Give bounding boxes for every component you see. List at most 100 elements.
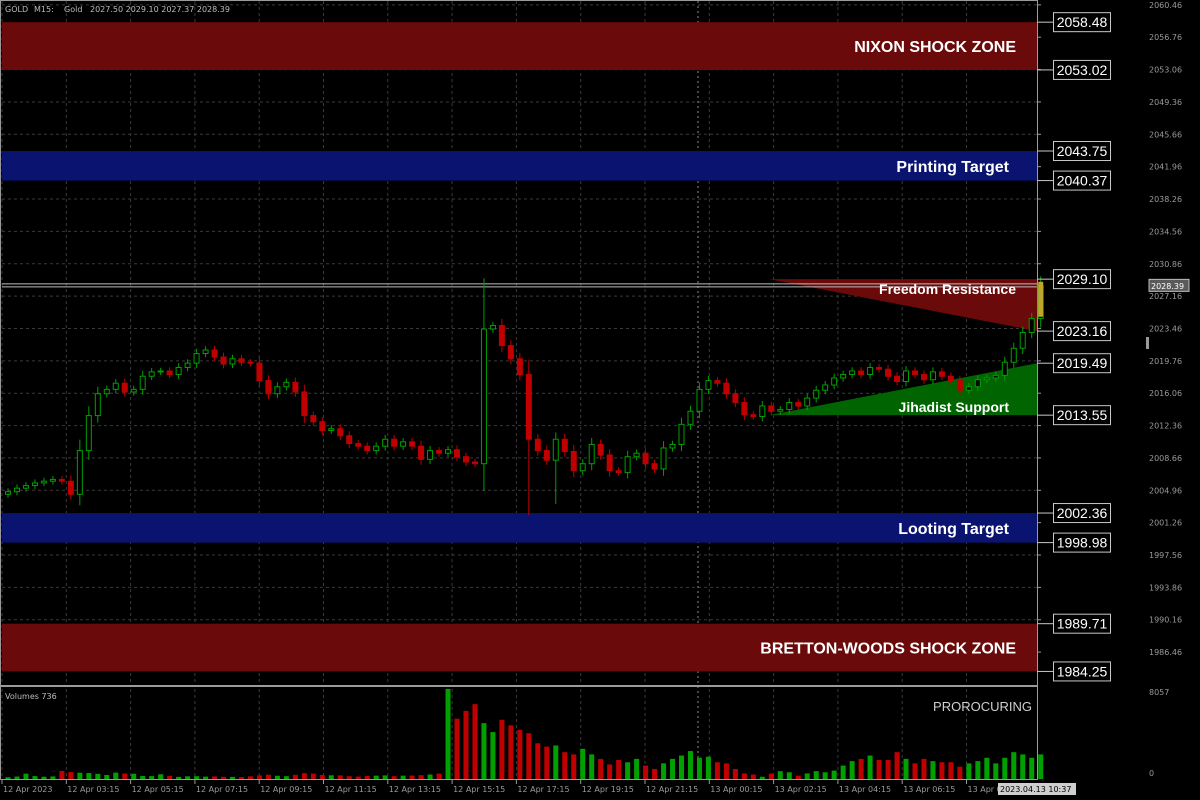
time-label: 13 Apr 06:15 bbox=[903, 785, 955, 794]
volume-bar bbox=[203, 776, 209, 779]
candle-body bbox=[346, 435, 353, 445]
volume-bar bbox=[759, 776, 765, 779]
volume-bar bbox=[158, 774, 164, 779]
zone-printing-target[interactable] bbox=[2, 151, 1037, 181]
price-tick-label: 2053.06 bbox=[1149, 66, 1182, 75]
price-label-text: 2002.36 bbox=[1057, 505, 1108, 521]
candle-body bbox=[22, 485, 29, 489]
time-label: 12 Apr 11:15 bbox=[325, 785, 377, 794]
volume-bar bbox=[526, 733, 532, 779]
candle-body bbox=[840, 373, 847, 379]
candle-body bbox=[570, 450, 577, 472]
volume-bar bbox=[741, 773, 747, 779]
volume-bar bbox=[122, 773, 128, 779]
zone-looting-target[interactable] bbox=[2, 513, 1037, 543]
candle-body bbox=[795, 401, 802, 407]
volume-bar bbox=[1038, 754, 1044, 779]
volume-bar bbox=[337, 775, 343, 779]
candle-body bbox=[938, 371, 945, 377]
price-tick-label: 1993.86 bbox=[1149, 583, 1182, 592]
candle-body bbox=[543, 450, 550, 461]
volume-bar bbox=[391, 776, 397, 779]
candle-body bbox=[283, 381, 290, 388]
candle-body bbox=[534, 438, 541, 452]
candle-body bbox=[310, 415, 317, 423]
candle-body bbox=[67, 480, 74, 495]
candle-body bbox=[525, 373, 532, 440]
candle-body bbox=[849, 370, 856, 375]
candle-body bbox=[139, 375, 146, 390]
candle-body bbox=[292, 381, 299, 393]
candle-body bbox=[373, 445, 380, 452]
volume-bar bbox=[481, 723, 487, 779]
volume-bar bbox=[1002, 757, 1008, 779]
candle-body bbox=[5, 491, 11, 495]
time-label: 13 Apr 00:15 bbox=[710, 785, 762, 794]
candle-body bbox=[229, 358, 236, 365]
candle-body bbox=[157, 370, 164, 373]
candle-body bbox=[965, 386, 972, 391]
volume-bar bbox=[571, 754, 577, 779]
volume-bar bbox=[822, 772, 828, 779]
time-label: 12 Apr 05:15 bbox=[132, 785, 184, 794]
volume-bar bbox=[41, 776, 47, 779]
candle-body bbox=[696, 388, 703, 412]
price-label-text: 2058.48 bbox=[1057, 14, 1108, 30]
volume-bar bbox=[517, 729, 523, 779]
volume-bar bbox=[247, 776, 253, 779]
candle-body bbox=[732, 393, 739, 403]
candle-body bbox=[759, 405, 766, 417]
candle-body bbox=[858, 370, 865, 375]
volume-bar bbox=[212, 776, 218, 779]
candle-body bbox=[831, 377, 838, 386]
volume-bar bbox=[185, 776, 191, 779]
volume-bar bbox=[634, 758, 640, 779]
volume-bar bbox=[831, 770, 837, 779]
volume-bar bbox=[328, 775, 334, 779]
volume-bar bbox=[687, 751, 693, 779]
candle-body bbox=[804, 397, 811, 407]
candle-body bbox=[274, 386, 281, 395]
volume-bar bbox=[409, 775, 415, 779]
time-label: 12 Apr 15:15 bbox=[453, 785, 505, 794]
time-label: 12 Apr 07:15 bbox=[196, 785, 248, 794]
price-label-text: 2023.16 bbox=[1057, 323, 1108, 339]
volume-bar bbox=[346, 776, 352, 779]
candle-body bbox=[669, 443, 676, 449]
chart-canvas[interactable]: NIXON SHOCK ZONE Printing Target Looting T… bbox=[0, 0, 1200, 800]
volume-bar bbox=[948, 762, 954, 779]
candle-body bbox=[777, 408, 784, 412]
volume-bar bbox=[867, 755, 873, 779]
candle-body bbox=[58, 478, 65, 482]
volume-bar bbox=[149, 776, 155, 779]
candle-body bbox=[894, 375, 901, 382]
candle-body bbox=[427, 450, 434, 460]
axis-scroll-marker[interactable] bbox=[1146, 337, 1149, 349]
volume-bar bbox=[23, 773, 29, 779]
candle-body bbox=[76, 450, 83, 495]
volume-bar bbox=[535, 743, 541, 779]
price-tick-label: 2041.96 bbox=[1149, 163, 1182, 172]
volume-bar bbox=[679, 755, 684, 779]
candle-body bbox=[624, 456, 631, 473]
volume-bar bbox=[490, 732, 496, 779]
volume-bar bbox=[625, 762, 631, 779]
candle-body bbox=[920, 373, 927, 381]
candle-body bbox=[40, 480, 47, 484]
candle-body bbox=[615, 470, 622, 473]
price-tick-label: 2027.16 bbox=[1149, 292, 1182, 301]
price-labels: 2058.48 2053.02 2043.75 2040.37 2029.10 2023.… bbox=[1037, 12, 1111, 682]
candle-body bbox=[202, 349, 209, 354]
candle-body bbox=[489, 325, 496, 330]
candle-body bbox=[516, 358, 523, 375]
volume-bar bbox=[750, 774, 756, 779]
candle-body bbox=[148, 371, 155, 377]
volume-bar bbox=[562, 752, 568, 779]
volume-bar bbox=[984, 757, 990, 779]
candle-body bbox=[768, 405, 775, 412]
volume-bar bbox=[661, 763, 667, 779]
volume-bar bbox=[894, 752, 900, 779]
price-panel[interactable] bbox=[0, 0, 1038, 686]
candle-body bbox=[454, 449, 460, 458]
candle-body bbox=[13, 487, 20, 493]
